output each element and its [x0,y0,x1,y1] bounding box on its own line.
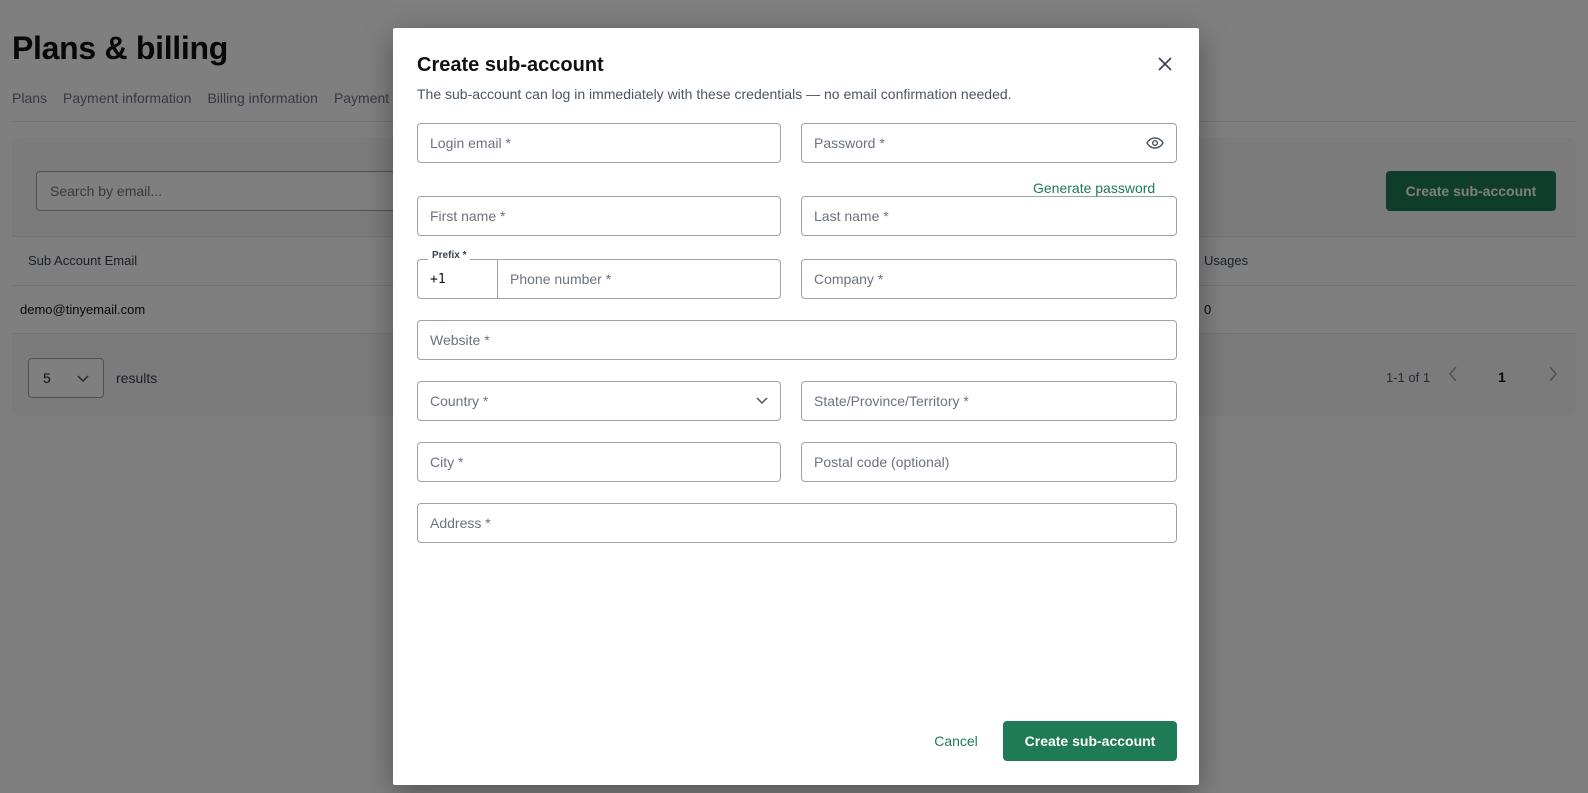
city-field[interactable] [417,442,781,482]
modal-subtitle: The sub-account can log in immediately w… [417,86,1012,102]
country-placeholder: Country * [430,393,489,409]
eye-icon[interactable] [1146,137,1164,149]
country-select[interactable]: Country * [417,381,781,421]
phone-number-input[interactable] [510,271,768,287]
postal-code-input[interactable] [814,454,1164,470]
website-input[interactable] [430,332,1164,348]
login-email-field[interactable] [417,123,781,163]
phone-number-field[interactable] [497,259,781,299]
last-name-input[interactable] [814,208,1164,224]
chevron-down-icon [756,397,768,405]
phone-prefix-field[interactable]: +1 [417,259,497,299]
close-button[interactable] [1153,52,1177,76]
password-field[interactable] [801,123,1177,163]
first-name-input[interactable] [430,208,768,224]
generate-password-link[interactable]: Generate password [1033,180,1155,196]
create-sub-account-modal: Create sub-account The sub-account can l… [393,28,1199,785]
state-field[interactable] [801,381,1177,421]
phone-prefix-value: +1 [430,271,446,287]
last-name-field[interactable] [801,196,1177,236]
postal-code-field[interactable] [801,442,1177,482]
modal-title: Create sub-account [417,54,604,76]
state-input[interactable] [814,393,1164,409]
address-field[interactable] [417,503,1177,543]
company-field[interactable] [801,259,1177,299]
city-input[interactable] [430,454,768,470]
cancel-button[interactable]: Cancel [911,721,1001,761]
phone-prefix-label: Prefix * [428,250,471,261]
create-sub-account-button[interactable]: Create sub-account [1003,721,1177,761]
login-email-input[interactable] [430,135,768,151]
company-input[interactable] [814,271,1164,287]
close-icon [1158,57,1172,71]
website-field[interactable] [417,320,1177,360]
password-input[interactable] [814,135,1146,151]
first-name-field[interactable] [417,196,781,236]
address-input[interactable] [430,515,1164,531]
